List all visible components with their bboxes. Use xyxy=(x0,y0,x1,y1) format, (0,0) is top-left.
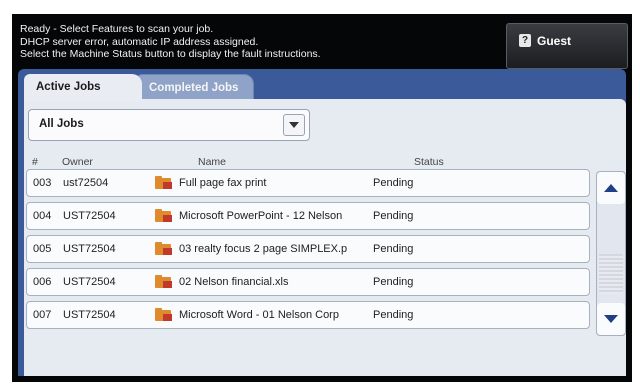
job-owner: UST72504 xyxy=(63,243,116,255)
column-header-owner: Owner xyxy=(62,156,93,168)
arrow-up-icon xyxy=(604,184,618,192)
tab-active-jobs[interactable]: Active Jobs xyxy=(24,74,142,102)
guest-button[interactable]: ? Guest xyxy=(506,23,628,69)
tab-completed-jobs[interactable]: Completed Jobs xyxy=(136,74,254,100)
job-number: 006 xyxy=(33,276,52,288)
job-status: Pending xyxy=(373,309,414,321)
touch-screen: Ready - Select Features to scan your job… xyxy=(12,14,632,382)
guest-label: Guest xyxy=(537,34,572,48)
dropdown-button[interactable] xyxy=(283,114,305,136)
device-frame: Ready - Select Features to scan your job… xyxy=(0,0,640,389)
column-header-num: # xyxy=(32,156,38,168)
job-number: 007 xyxy=(33,309,52,321)
job-folder-icon xyxy=(155,242,173,259)
job-name: Full page fax print xyxy=(179,177,267,189)
job-status-panel: Active Jobs Completed Jobs All Jobs # Ow… xyxy=(18,69,626,376)
job-owner: UST72504 xyxy=(63,309,116,321)
job-status: Pending xyxy=(373,210,414,222)
job-row[interactable]: 003 ust72504 Full page fax print Pending xyxy=(26,169,590,197)
scroll-thumb[interactable] xyxy=(599,254,623,294)
job-row[interactable]: 005 UST72504 03 realty focus 2 page SIMP… xyxy=(26,235,590,263)
arrow-down-icon xyxy=(604,315,618,323)
job-row[interactable]: 004 UST72504 Microsoft PowerPoint - 12 N… xyxy=(26,202,590,230)
job-name: Microsoft PowerPoint - 12 Nelson xyxy=(179,210,343,222)
job-number: 003 xyxy=(33,177,52,189)
status-line-2: DHCP server error, automatic IP address … xyxy=(20,35,259,48)
job-folder-icon xyxy=(155,176,173,193)
job-owner: ust72504 xyxy=(63,177,109,189)
guest-user-icon: ? xyxy=(519,34,531,47)
job-name: Microsoft Word - 01 Nelson Corp xyxy=(179,309,339,321)
job-folder-icon xyxy=(155,308,173,325)
job-status: Pending xyxy=(373,276,414,288)
job-status: Pending xyxy=(373,243,414,255)
jobs-content: All Jobs # Owner Name Status 003 ust7250… xyxy=(24,99,626,376)
chevron-down-icon xyxy=(289,122,299,128)
job-folder-icon xyxy=(155,209,173,226)
job-folder-icon xyxy=(155,275,173,292)
job-owner: UST72504 xyxy=(63,210,116,222)
job-filter-dropdown[interactable]: All Jobs xyxy=(28,109,310,141)
job-status: Pending xyxy=(373,177,414,189)
job-name: 02 Nelson financial.xls xyxy=(179,276,289,288)
status-line-1: Ready - Select Features to scan your job… xyxy=(20,23,214,35)
job-row[interactable]: 006 UST72504 02 Nelson financial.xls Pen… xyxy=(26,268,590,296)
job-number: 005 xyxy=(33,243,52,255)
column-header-name: Name xyxy=(198,156,227,168)
job-list-scrollbar[interactable] xyxy=(596,171,626,336)
column-header-status: Status xyxy=(414,156,444,168)
scroll-up-button[interactable] xyxy=(597,172,625,204)
status-line-3: Select the Machine Status button to disp… xyxy=(20,48,321,60)
job-owner: UST72504 xyxy=(63,276,116,288)
job-filter-value: All Jobs xyxy=(39,118,84,130)
status-message-area: Ready - Select Features to scan your job… xyxy=(20,23,490,61)
job-number: 004 xyxy=(33,210,52,222)
job-row[interactable]: 007 UST72504 Microsoft Word - 01 Nelson … xyxy=(26,301,590,329)
scroll-down-button[interactable] xyxy=(597,303,625,335)
job-name: 03 realty focus 2 page SIMPLEX.p xyxy=(179,243,348,255)
